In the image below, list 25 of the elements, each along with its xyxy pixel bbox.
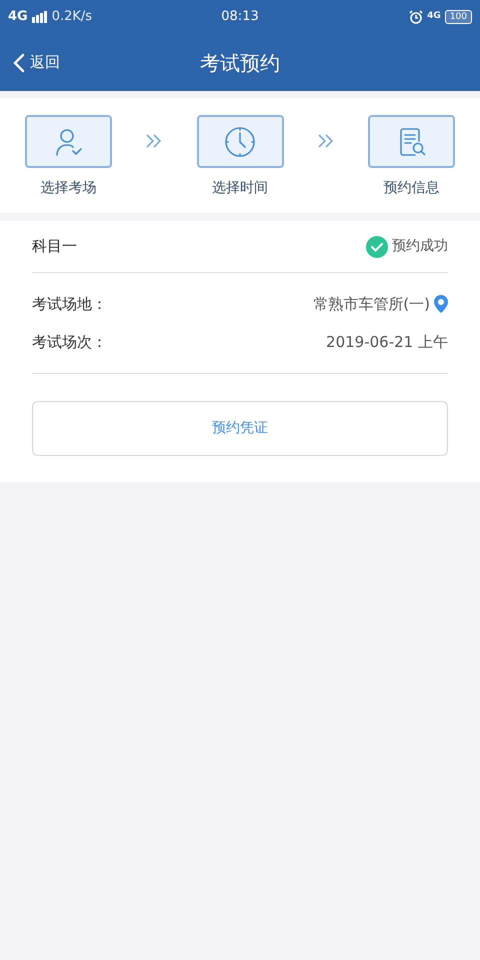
check-circle-icon (366, 236, 388, 258)
status-label: 预约成功 (392, 237, 448, 256)
double-chevron-icon (145, 133, 164, 149)
field-value: 常熟市车管所(一) (313, 294, 430, 315)
battery-indicator: 100 (444, 10, 472, 24)
speed-label: 0.2K/s (52, 8, 92, 26)
back-button[interactable]: 返回 (0, 51, 60, 74)
field-label: 考试场次： (32, 332, 107, 353)
network-label: 4G (8, 8, 28, 26)
field-label: 考试场地： (32, 294, 107, 315)
clock-icon (223, 124, 257, 158)
back-icon (12, 52, 26, 72)
signal-icon (32, 11, 48, 23)
alarm-icon (409, 10, 424, 24)
page-title: 考试预约 (200, 50, 280, 76)
step-label: 预约信息 (384, 179, 440, 198)
voucher-button[interactable]: 预约凭证 (32, 401, 448, 456)
clock-time: 08:13 (220, 8, 260, 26)
network-label: 4G (427, 10, 441, 24)
step-label: 选择时间 (212, 179, 268, 198)
location-pin-icon (434, 295, 448, 313)
step-label: 选择考场 (40, 179, 96, 198)
field-value: 2019-06-21 上午 (326, 332, 448, 353)
double-chevron-icon (316, 133, 335, 149)
subject-label: 科目一 (32, 236, 77, 258)
